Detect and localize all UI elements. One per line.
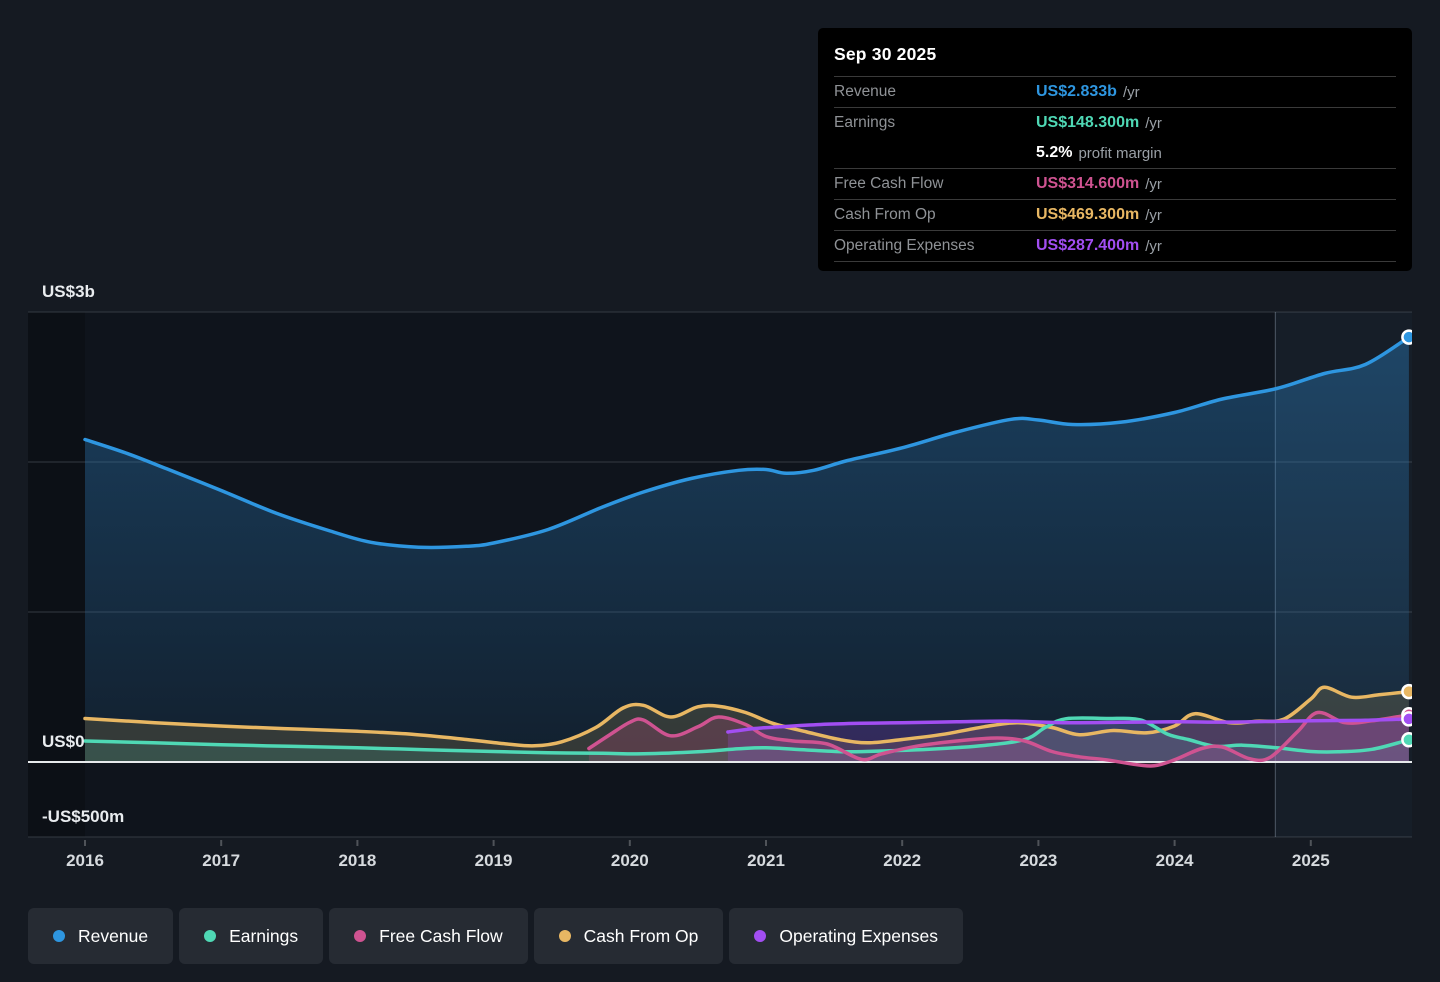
- chart-legend: Revenue Earnings Free Cash Flow Cash From O…: [28, 908, 963, 964]
- legend-label: Revenue: [78, 926, 148, 947]
- chart-tooltip: Sep 30 2025 RevenueUS$2.833b/yrEarningsU…: [818, 28, 1412, 271]
- legend-dot-cfo: [559, 930, 571, 942]
- x-axis-label: 2017: [176, 851, 266, 871]
- tooltip-row: Operating ExpensesUS$287.400m/yr: [834, 230, 1396, 261]
- tooltip-rows: RevenueUS$2.833b/yrEarningsUS$148.300m/y…: [834, 76, 1396, 261]
- y-axis-label: US$3b: [42, 282, 95, 302]
- legend-chip-earnings[interactable]: Earnings: [179, 908, 323, 964]
- x-axis-label: 2021: [721, 851, 811, 871]
- financials-chart-page: Sep 30 2025 RevenueUS$2.833b/yrEarningsU…: [0, 0, 1440, 982]
- tooltip-row: EarningsUS$148.300m/yr: [834, 107, 1396, 138]
- x-axis-label: 2022: [857, 851, 947, 871]
- legend-label: Cash From Op: [584, 926, 699, 947]
- tooltip-row-label: Operating Expenses: [834, 237, 1036, 255]
- tooltip-row-label: Revenue: [834, 83, 1036, 101]
- tooltip-row-suffix: /yr: [1145, 176, 1162, 193]
- x-axis-label: 2018: [312, 851, 402, 871]
- tooltip-row-suffix: /yr: [1145, 238, 1162, 255]
- tooltip-row-suffix: /yr: [1123, 84, 1140, 101]
- tooltip-row: RevenueUS$2.833b/yr: [834, 76, 1396, 107]
- x-axis-label: 2019: [449, 851, 539, 871]
- tooltip-row-label: Free Cash Flow: [834, 175, 1036, 193]
- x-axis-label: 2016: [40, 851, 130, 871]
- tooltip-row-value: US$148.300m: [1036, 114, 1139, 132]
- opex-endpoint[interactable]: [1402, 712, 1415, 725]
- x-axis-label: 2023: [993, 851, 1083, 871]
- legend-dot-earnings: [204, 930, 216, 942]
- legend-label: Operating Expenses: [779, 926, 938, 947]
- earnings-endpoint[interactable]: [1402, 733, 1415, 746]
- tooltip-row-value: US$314.600m: [1036, 175, 1139, 193]
- cfo-endpoint[interactable]: [1402, 685, 1415, 698]
- tooltip-date: Sep 30 2025: [834, 32, 1396, 76]
- x-axis-label: 2020: [585, 851, 675, 871]
- legend-chip-fcf[interactable]: Free Cash Flow: [329, 908, 528, 964]
- y-axis-label: US$0: [42, 732, 85, 752]
- tooltip-row-value: US$469.300m: [1036, 206, 1139, 224]
- legend-label: Earnings: [229, 926, 298, 947]
- legend-chip-revenue[interactable]: Revenue: [28, 908, 173, 964]
- tooltip-row: 5.2% profit margin: [834, 138, 1396, 168]
- tooltip-row: Free Cash FlowUS$314.600m/yr: [834, 168, 1396, 199]
- tooltip-row: Cash From OpUS$469.300m/yr: [834, 199, 1396, 230]
- x-axis-label: 2025: [1266, 851, 1356, 871]
- legend-chip-cfo[interactable]: Cash From Op: [534, 908, 724, 964]
- tooltip-row-value: 5.2%: [1036, 144, 1072, 162]
- y-axis-label: -US$500m: [42, 807, 124, 827]
- tooltip-row-value: US$287.400m: [1036, 237, 1139, 255]
- tooltip-row-label: Earnings: [834, 114, 1036, 132]
- x-axis-label: 2024: [1130, 851, 1220, 871]
- tooltip-row-label: Cash From Op: [834, 206, 1036, 224]
- legend-dot-fcf: [354, 930, 366, 942]
- legend-dot-opex: [754, 930, 766, 942]
- tooltip-row-suffix: profit margin: [1078, 145, 1161, 162]
- revenue-endpoint[interactable]: [1402, 331, 1415, 344]
- legend-dot-revenue: [53, 930, 65, 942]
- legend-chip-opex[interactable]: Operating Expenses: [729, 908, 963, 964]
- plot-left-margin: [28, 312, 85, 837]
- tooltip-row-suffix: /yr: [1145, 115, 1162, 132]
- tooltip-bottom-divider: [834, 261, 1396, 271]
- tooltip-row-suffix: /yr: [1145, 207, 1162, 224]
- legend-label: Free Cash Flow: [379, 926, 503, 947]
- tooltip-row-value: US$2.833b: [1036, 83, 1117, 101]
